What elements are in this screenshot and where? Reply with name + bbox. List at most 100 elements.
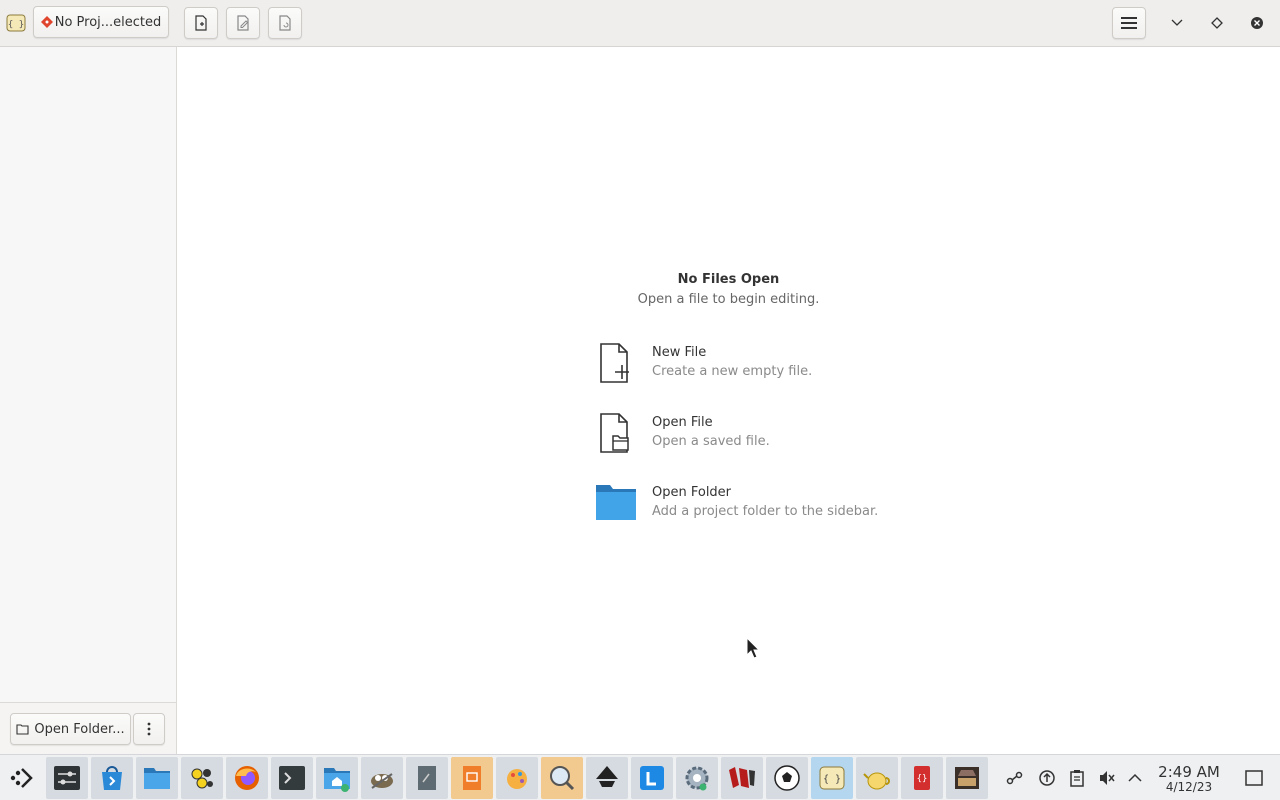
taskbar-inkscape[interactable] [586,757,628,799]
new-file-icon [195,15,207,31]
tray-expand[interactable] [1125,768,1145,788]
app-menu-button[interactable] [1112,7,1146,39]
git-branch-icon [40,16,53,28]
taskbar: { } {} 2:49 AM 4/12/23 [0,754,1280,800]
taskbar-presentation[interactable] [451,757,493,799]
tray-network[interactable] [1005,768,1025,788]
taskbar-text-document[interactable] [406,757,448,799]
taskbar-code-editor[interactable]: { } [811,757,853,799]
tray-clipboard[interactable] [1067,768,1087,788]
show-desktop-icon [1245,770,1263,786]
folder-icon [595,482,637,526]
taskbar-terminal[interactable] [271,757,313,799]
taskbar-settings[interactable] [46,757,88,799]
sidebar-more-button[interactable] [133,713,165,745]
tray-volume[interactable] [1097,768,1117,788]
project-chooser-button[interactable]: No Proj...elected [33,6,169,38]
sidebar-footer: Open Folder... [0,702,176,754]
more-vertical-icon [147,722,151,736]
gimp-icon [371,773,393,789]
taskbar-color-tool[interactable] [181,757,223,799]
tasks-icon [640,766,664,790]
taskbar-home-folder[interactable] [316,757,358,799]
paint-icon [507,769,527,789]
folder-open-icon [16,724,29,735]
new-file-desc: Create a new empty file. [652,364,813,379]
taskbar-archive[interactable] [946,757,988,799]
open-folder-desc: Add a project folder to the sidebar. [652,504,879,519]
welcome-subtitle: Open a file to begin editing. [637,292,820,307]
taskbar-files[interactable] [136,757,178,799]
soccer-ball-icon [774,765,800,791]
archive-box-icon [955,767,979,789]
app-store-icon [102,766,122,790]
taskbar-app-store[interactable] [91,757,133,799]
taskbar-settings-gear[interactable] [676,757,718,799]
volume-muted-icon [1100,771,1115,785]
taskbar-clock[interactable]: 2:49 AM 4/12/23 [1150,764,1228,794]
open-file-title: Open File [652,415,713,430]
open-folder-label: Open Folder... [34,721,125,737]
maximize-button[interactable] [1206,12,1228,34]
taskbar-soccer[interactable] [766,757,808,799]
new-file-button[interactable] [184,7,218,39]
clipboard-icon [1070,770,1084,787]
sidebar: Open Folder... [0,47,177,754]
home-folder-icon [324,768,350,792]
inkscape-icon [596,766,618,787]
new-file-icon [595,342,637,386]
network-icon [1006,771,1023,785]
color-dots-icon [191,768,213,789]
chevron-up-icon [1128,773,1142,782]
open-folder-button[interactable]: Open Folder... [10,713,131,745]
revert-file-icon [279,15,291,31]
minimize-button[interactable] [1166,12,1188,34]
taskbar-firefox[interactable] [226,757,268,799]
taskbar-book[interactable]: {} [901,757,943,799]
save-file-button[interactable] [226,7,260,39]
magnifier-icon [550,766,575,791]
update-icon [1039,770,1055,786]
chevron-down-icon [1171,19,1183,26]
gear-icon [685,766,709,791]
close-button[interactable] [1246,12,1268,34]
app-launcher-icon [10,768,33,788]
taskbar-paint[interactable] [496,757,538,799]
open-folder-title: Open Folder [652,485,732,500]
tray-updates[interactable] [1037,768,1057,788]
new-file-action[interactable]: New File Create a new empty file. [595,342,995,394]
game-logo-icon [729,767,755,788]
new-file-title: New File [652,345,707,360]
save-file-icon [237,15,249,31]
teapot-icon [863,772,890,790]
firefox-icon [235,766,259,790]
taskbar-game[interactable] [721,757,763,799]
book-icon: {} [914,766,930,790]
taskbar-search-tool[interactable] [541,757,583,799]
clock-time: 2:49 AM [1158,763,1220,781]
svg-text:{}: {} [917,774,928,784]
open-file-icon [595,412,637,456]
show-desktop-button[interactable] [1244,768,1264,788]
svg-text:{ }: { } [823,774,841,785]
taskbar-teapot[interactable] [856,757,898,799]
terminal-icon [279,766,305,790]
presentation-icon [463,766,481,790]
diamond-icon [1211,17,1223,29]
taskbar-tasks[interactable] [631,757,673,799]
svg-text:{ }: { } [8,20,24,30]
mouse-cursor-icon [746,636,761,659]
header-bar: { } No Proj...elected [0,0,1280,47]
taskbar-gimp[interactable] [361,757,403,799]
app-launcher-button[interactable] [1,757,43,799]
system-settings-icon [54,766,80,790]
project-label: No Proj...elected [54,14,162,30]
open-folder-action[interactable]: Open Folder Add a project folder to the … [595,482,995,534]
open-file-action[interactable]: Open File Open a saved file. [595,412,995,464]
revert-file-button[interactable] [268,7,302,39]
files-icon [144,768,170,789]
text-document-icon [418,766,436,790]
welcome-view: No Files Open Open a file to begin editi… [177,47,1280,754]
open-file-desc: Open a saved file. [652,434,770,449]
welcome-title: No Files Open [677,272,780,287]
